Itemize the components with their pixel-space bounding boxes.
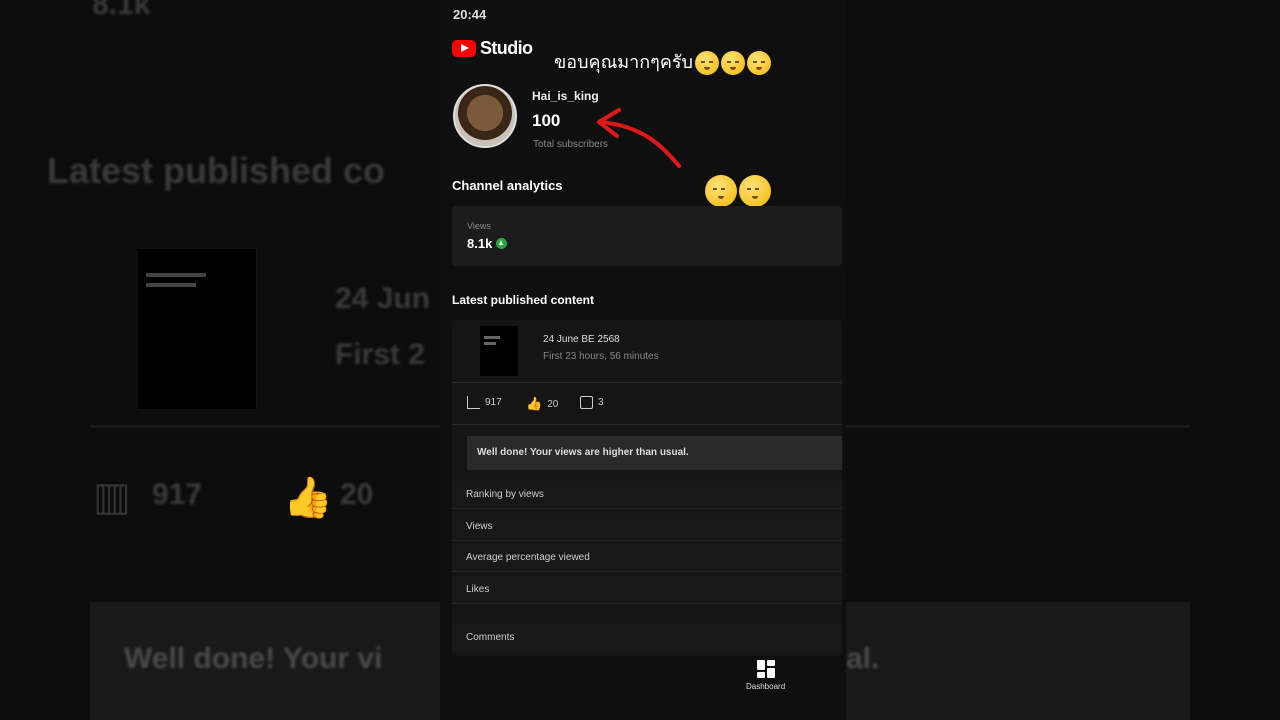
stat-row-comments[interactable]: Comments [452,624,842,652]
blushing-emoji-icon [705,175,737,207]
smiling-emoji-icon [720,51,745,75]
video-title[interactable]: 24 June BE 2568 [543,334,620,345]
latest-content-heading: Latest published content [452,293,595,307]
bg-like-icon: 👍 [283,476,333,520]
comments-metric: 3 [580,396,604,409]
avatar[interactable] [453,84,517,148]
views-number: 8.1k [467,236,493,251]
bg-views: 917 [152,478,203,511]
latest-content-card: 24 June BE 2568 First 23 hours, 56 minut… [452,320,842,656]
divider [452,382,842,383]
studio-logo[interactable]: Studio [452,38,533,59]
bg-video-thumbnail [137,248,257,410]
thanks-text: ขอบคุณมากๆครับ [554,52,693,73]
views-label: Views [467,221,491,231]
thanks-overlay: ขอบคุณมากๆครับ [554,47,771,76]
bg-title-fragment: Latest published co [47,150,386,191]
views-metric: 917 [467,396,502,409]
video-period: First 23 hours, 56 minutes [543,351,659,362]
bg-banner-left: Well done! Your vi [124,642,383,675]
comment-icon [580,396,593,409]
stat-row-avg-viewed[interactable]: Average percentage viewed [452,544,842,572]
likes-metric-value: 20 [547,398,559,410]
bg-top-fragment: 8.1k [92,0,151,21]
smiling-emoji-icon [746,51,771,75]
performance-alert: Well done! Your views are higher than us… [467,436,842,470]
channel-analytics-heading: Channel analytics [452,178,563,193]
bg-views-icon: ▥ [93,475,131,519]
bg-likes: 20 [340,478,374,511]
trend-up-icon [496,238,508,249]
thumb-up-icon: 👍 [526,396,543,411]
divider [452,424,842,425]
comments-metric-value: 3 [598,397,604,408]
bar-chart-icon [467,396,480,409]
views-metric-value: 917 [485,397,502,408]
views-value: 8.1k [467,236,508,251]
logo-text: Studio [480,38,533,58]
channel-name: Hai_is_king [532,89,599,103]
views-card[interactable]: Views 8.1k [452,206,842,266]
phone-screen: 20:44 Studio ขอบคุณมากๆครับ Hai_is_king … [440,0,846,720]
status-time: 20:44 [453,7,487,22]
red-arrow-icon [597,108,681,168]
dashboard-grid-icon [756,660,775,678]
blushing-emoji-icon [739,175,771,207]
stat-row-likes[interactable]: Likes [452,576,842,604]
smiling-emoji-icon [694,51,719,75]
video-thumbnail[interactable] [480,326,518,376]
emoji-pair [703,175,771,207]
bg-date-fragment: 24 Jun [335,282,431,315]
likes-metric: 👍 20 [526,396,558,412]
nav-dashboard-label: Dashboard [746,682,786,691]
nav-dashboard[interactable]: Dashboard [746,660,785,691]
youtube-play-icon [452,40,476,57]
stat-row-ranking[interactable]: Ranking by views [452,481,842,509]
subscriber-count: 100 [532,111,561,130]
bg-banner-right: al. [846,642,880,675]
stat-row-views[interactable]: Views [452,513,842,541]
bg-first-fragment: First 2 [335,338,426,371]
